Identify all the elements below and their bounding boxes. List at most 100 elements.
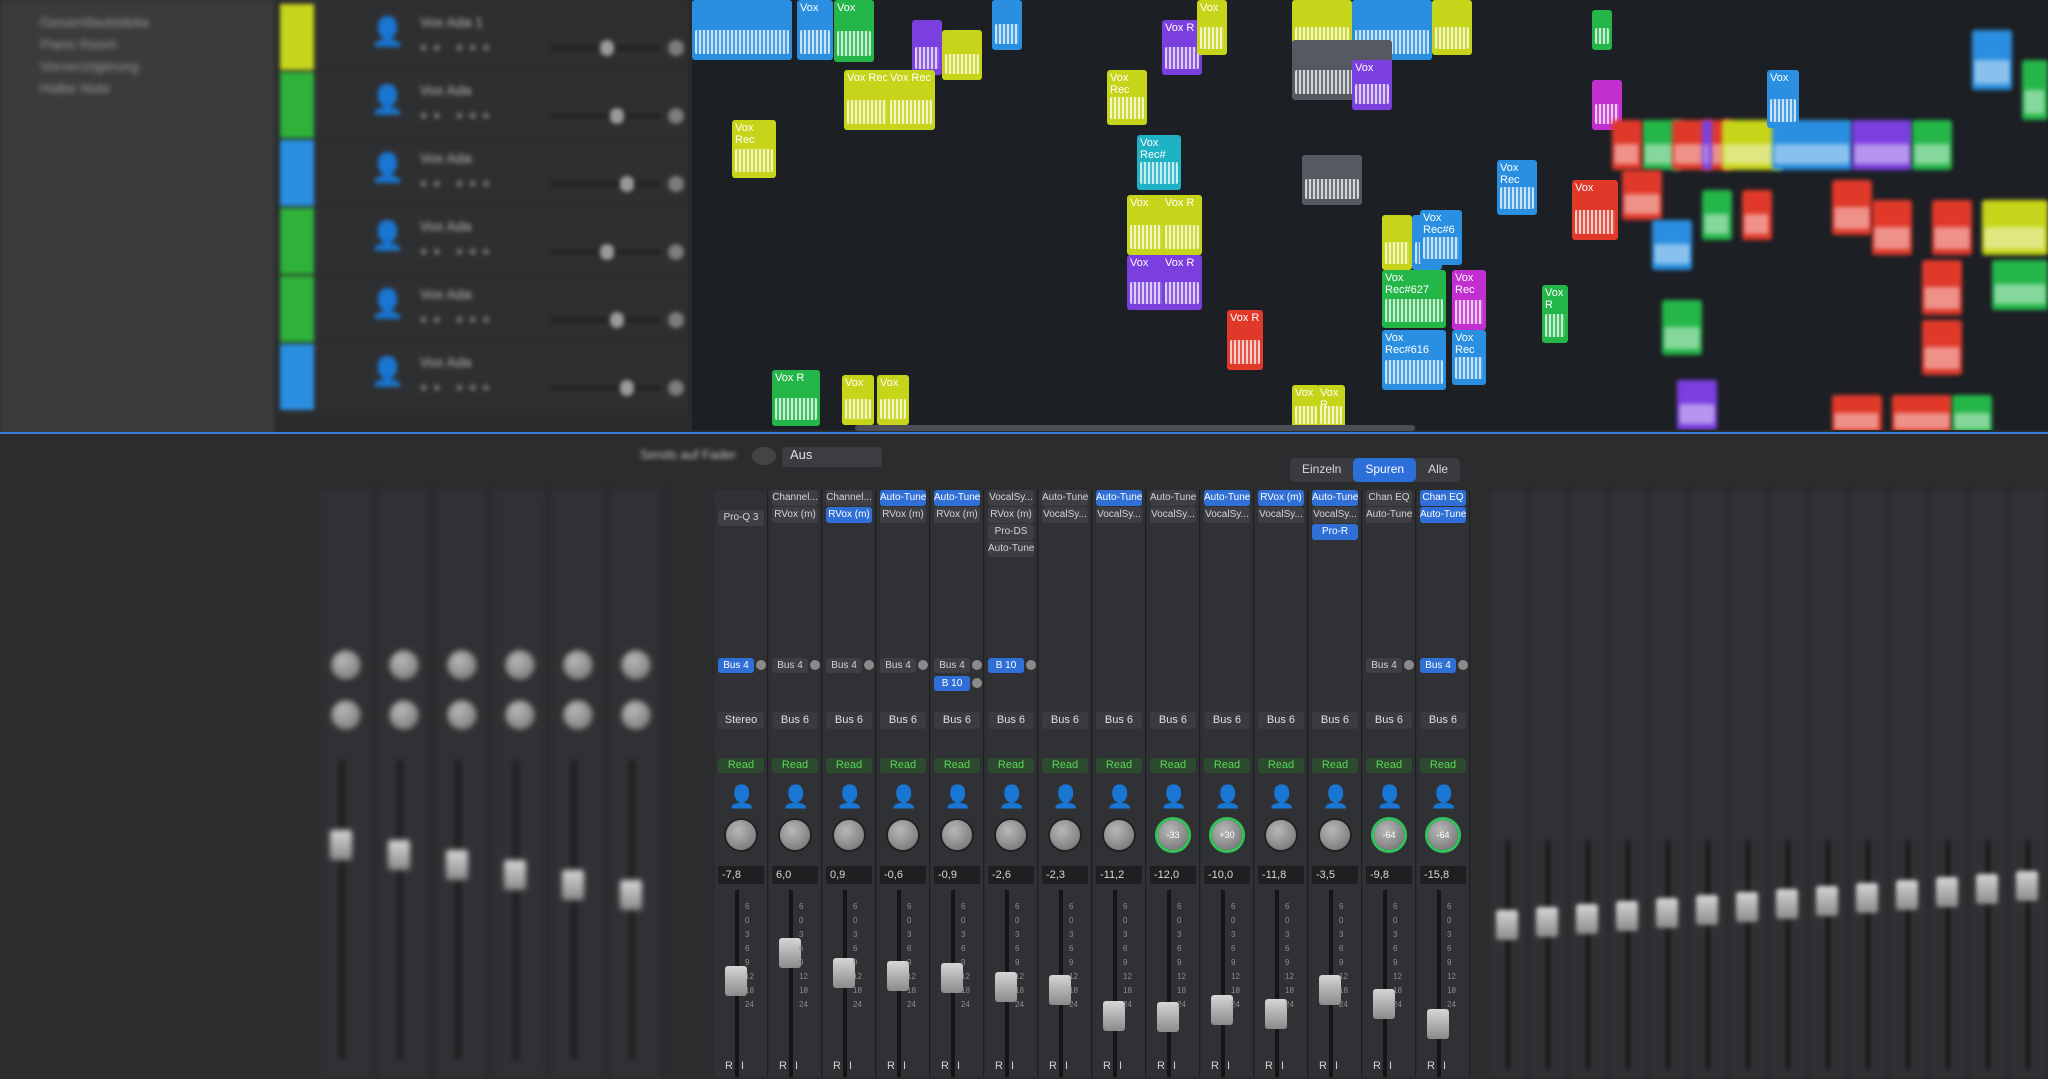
pan-knob[interactable]: [447, 700, 477, 730]
plugin-slot[interactable]: Auto-Tune: [1150, 490, 1196, 506]
volume-fader[interactable]: [1103, 1001, 1125, 1031]
volume-fader[interactable]: [725, 966, 747, 996]
pan-knob[interactable]: [505, 650, 535, 680]
audio-region[interactable]: [1922, 320, 1962, 375]
send-slot[interactable]: Bus 4: [772, 658, 808, 673]
track-buttons-icon[interactable]: ●● ●●●: [420, 380, 496, 394]
audio-region[interactable]: Vox R: [772, 370, 820, 426]
send-level-knob[interactable]: [918, 660, 928, 670]
track-name[interactable]: Vox Ada: [420, 218, 471, 234]
track-header[interactable]: 👤 Vox Ada ●● ●●●: [280, 140, 690, 207]
input-monitor-button[interactable]: I: [957, 1060, 960, 1072]
audio-region[interactable]: Vox Rec: [1107, 70, 1147, 125]
track-pan-knob[interactable]: [668, 312, 684, 328]
pan-knob[interactable]: -64: [1374, 820, 1404, 850]
plugin-slot[interactable]: RVox (m): [1258, 490, 1304, 506]
plugin-slot[interactable]: Channel...: [826, 490, 872, 506]
automation-mode[interactable]: Read: [1312, 758, 1358, 773]
pan-knob[interactable]: [331, 650, 361, 680]
volume-fader[interactable]: [2016, 871, 2038, 901]
output-slot[interactable]: Bus 6: [1312, 712, 1358, 729]
audio-region[interactable]: [1832, 180, 1872, 235]
plugin-slot[interactable]: Channel...: [772, 490, 818, 506]
audio-region[interactable]: Vox R: [1542, 285, 1568, 343]
audio-region[interactable]: [1992, 260, 2048, 310]
volume-fader[interactable]: [1696, 895, 1718, 925]
audio-region[interactable]: [1972, 30, 2012, 90]
plugin-slot[interactable]: VocalSy...: [1204, 507, 1250, 523]
plugin-slot[interactable]: Pro-Q 3: [718, 510, 764, 526]
pan-knob[interactable]: [505, 700, 535, 730]
audio-region[interactable]: Vox R: [1162, 20, 1202, 75]
output-slot[interactable]: Bus 6: [934, 712, 980, 729]
input-monitor-button[interactable]: I: [849, 1060, 852, 1072]
volume-fader[interactable]: [1265, 999, 1287, 1029]
track-buttons-icon[interactable]: ●● ●●●: [420, 40, 496, 54]
volume-fader[interactable]: [1936, 877, 1958, 907]
send-level-knob[interactable]: [756, 660, 766, 670]
audio-region[interactable]: Vox: [1572, 180, 1618, 240]
send-slot[interactable]: Bus 4: [880, 658, 916, 673]
volume-fader[interactable]: [1496, 910, 1518, 940]
pan-knob[interactable]: [331, 700, 361, 730]
audio-region[interactable]: [1382, 215, 1412, 270]
audio-region[interactable]: Vox Rec#616: [1382, 330, 1446, 390]
audio-region[interactable]: Vox: [842, 375, 874, 425]
audio-region[interactable]: [1892, 395, 1952, 430]
input-monitor-button[interactable]: I: [903, 1060, 906, 1072]
output-slot[interactable]: Bus 6: [1150, 712, 1196, 729]
track-name[interactable]: Vox Ada: [420, 150, 471, 166]
plugin-slot[interactable]: Auto-Tune: [988, 541, 1034, 557]
input-monitor-button[interactable]: I: [1119, 1060, 1122, 1072]
audio-region[interactable]: Vox Rec: [1452, 330, 1486, 385]
output-slot[interactable]: Bus 6: [1420, 712, 1466, 729]
send-level-knob[interactable]: [810, 660, 820, 670]
send-slot[interactable]: Bus 4: [826, 658, 862, 673]
send-slot[interactable]: Bus 4: [1366, 658, 1402, 673]
plugin-slot[interactable]: Chan EQ: [1420, 490, 1466, 506]
send-level-knob[interactable]: [1026, 660, 1036, 670]
audio-region[interactable]: [992, 0, 1022, 50]
audio-region[interactable]: Vox Rec: [1497, 160, 1537, 215]
audio-region[interactable]: Vox: [834, 0, 874, 62]
track-header[interactable]: 👤 Vox Ada ●● ●●●: [280, 276, 690, 343]
track-buttons-icon[interactable]: ●● ●●●: [420, 244, 496, 258]
read-enable-button[interactable]: R: [1049, 1060, 1057, 1072]
read-enable-button[interactable]: R: [1319, 1060, 1327, 1072]
plugin-slot[interactable]: RVox (m): [880, 507, 926, 523]
track-volume-slider[interactable]: [550, 312, 660, 328]
plugin-slot[interactable]: Auto-Tune: [1420, 507, 1466, 523]
pan-knob[interactable]: [942, 820, 972, 850]
track-buttons-icon[interactable]: ●● ●●●: [420, 108, 496, 122]
volume-fader[interactable]: [1976, 874, 1998, 904]
pan-knob[interactable]: [996, 820, 1026, 850]
plugin-slot[interactable]: Auto-Tune: [1366, 507, 1412, 523]
volume-fader[interactable]: [1856, 883, 1878, 913]
audio-region[interactable]: Vox Rec#627: [1382, 270, 1446, 328]
input-monitor-button[interactable]: I: [1443, 1060, 1446, 1072]
volume-fader[interactable]: [446, 850, 468, 880]
audio-region[interactable]: [1652, 220, 1692, 270]
plugin-slot[interactable]: Chan EQ: [1366, 490, 1412, 506]
automation-mode[interactable]: Read: [1366, 758, 1412, 773]
pan-knob[interactable]: [389, 700, 419, 730]
volume-fader[interactable]: [1616, 901, 1638, 931]
read-enable-button[interactable]: R: [887, 1060, 895, 1072]
audio-region[interactable]: Vox R: [1162, 255, 1202, 310]
output-slot[interactable]: Bus 6: [880, 712, 926, 729]
plugin-slot[interactable]: VocalSy...: [1096, 507, 1142, 523]
input-monitor-button[interactable]: I: [1335, 1060, 1338, 1072]
volume-fader[interactable]: [1576, 904, 1598, 934]
input-monitor-button[interactable]: I: [1227, 1060, 1230, 1072]
audio-region[interactable]: Vox: [1127, 195, 1167, 255]
pan-knob[interactable]: [1050, 820, 1080, 850]
volume-fader[interactable]: [562, 870, 584, 900]
input-monitor-button[interactable]: I: [741, 1060, 744, 1072]
track-name[interactable]: Vox Ada: [420, 354, 471, 370]
audio-region[interactable]: Vox Rec#: [1137, 135, 1181, 190]
plugin-slot[interactable]: VocalSy...: [1312, 507, 1358, 523]
audio-region[interactable]: Vox R: [1162, 195, 1202, 255]
volume-fader[interactable]: [1656, 898, 1678, 928]
track-buttons-icon[interactable]: ●● ●●●: [420, 176, 496, 190]
audio-region[interactable]: [1622, 170, 1662, 220]
